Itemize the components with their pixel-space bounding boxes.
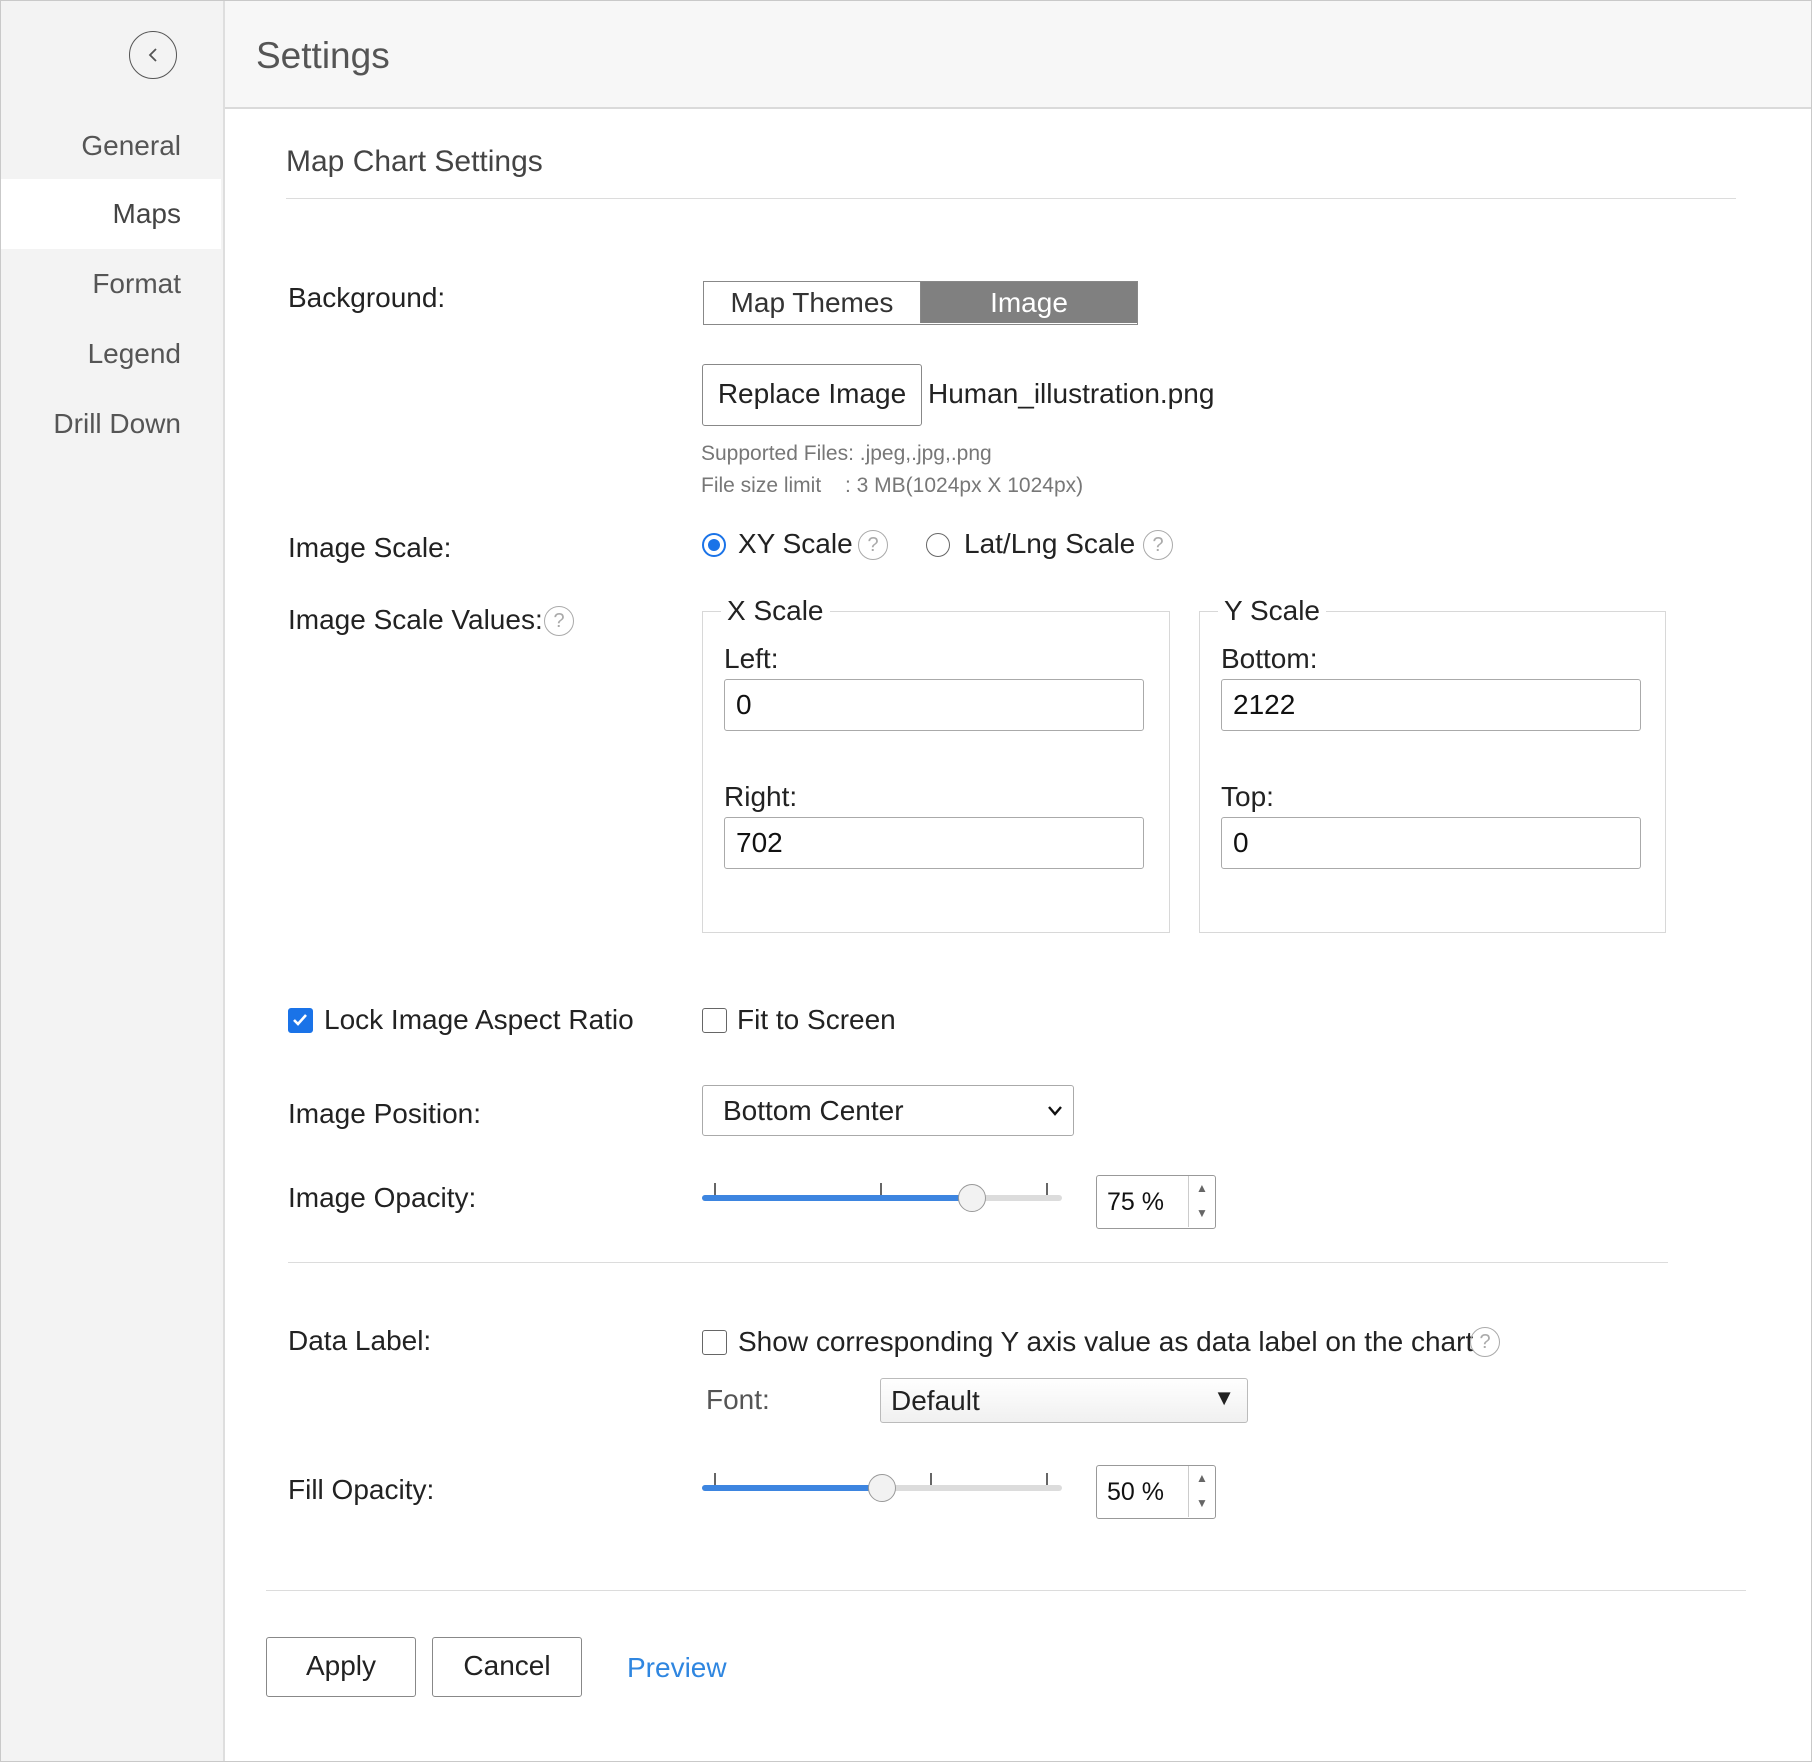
sidebar: General Maps Format Legend Drill Down	[1, 1, 225, 1761]
spinner-arrows: ▲ ▼	[1188, 1176, 1215, 1227]
slider-tick	[714, 1473, 716, 1485]
supported-files-note: Supported Files: .jpeg,.jpg,.png	[701, 442, 992, 465]
image-position-value: Bottom Center	[723, 1095, 904, 1126]
sidebar-item-drill-down[interactable]: Drill Down	[1, 389, 221, 459]
cancel-button[interactable]: Cancel	[432, 1637, 582, 1697]
page-title: Settings	[256, 35, 390, 76]
tab-map-themes[interactable]: Map Themes	[704, 282, 921, 323]
x-scale-legend: X Scale	[721, 595, 830, 627]
fill-opacity-value: 50 %	[1107, 1478, 1164, 1506]
apply-button[interactable]: Apply	[266, 1637, 416, 1697]
image-scale-values-label: Image Scale Values:	[288, 604, 543, 635]
back-button[interactable]	[129, 31, 177, 79]
chevron-down-icon[interactable]: ▼	[1189, 1201, 1215, 1226]
sidebar-item-general[interactable]: General	[1, 111, 221, 181]
chevron-down-icon[interactable]: ▼	[1189, 1491, 1215, 1516]
image-opacity-slider-thumb[interactable]	[958, 1184, 986, 1212]
bottom-label: Bottom:	[1221, 643, 1318, 674]
chevron-left-icon	[148, 48, 157, 62]
data-label-label: Data Label:	[288, 1325, 432, 1356]
left-label: Left:	[724, 643, 779, 674]
help-icon[interactable]: ?	[1143, 530, 1173, 560]
triangle-down-icon: ▼	[1213, 1385, 1235, 1410]
right-label: Right:	[724, 781, 798, 812]
background-label: Background:	[288, 282, 446, 313]
fill-opacity-label: Fill Opacity:	[288, 1474, 435, 1505]
slider-tick	[1046, 1183, 1048, 1195]
sidebar-item-legend[interactable]: Legend	[1, 319, 221, 389]
xy-scale-label: XY Scale	[738, 528, 853, 559]
header: Settings	[225, 1, 1811, 109]
image-position-select[interactable]: Bottom Center	[702, 1085, 1074, 1136]
left-input[interactable]: 0	[724, 679, 1144, 731]
image-opacity-value: 75 %	[1107, 1188, 1164, 1216]
section-divider	[288, 1262, 1668, 1263]
slider-fill	[702, 1485, 882, 1491]
image-opacity-slider[interactable]	[702, 1195, 1062, 1201]
file-size-limit-value: : 3 MB(1024px X 1024px)	[845, 474, 1084, 497]
check-icon	[293, 1014, 307, 1026]
y-scale-legend: Y Scale	[1218, 595, 1326, 627]
help-icon[interactable]: ?	[858, 530, 888, 560]
slider-tick	[714, 1183, 716, 1195]
spinner-arrows: ▲ ▼	[1188, 1466, 1215, 1517]
sidebar-item-maps[interactable]: Maps	[1, 179, 221, 249]
fit-to-screen-label: Fit to Screen	[737, 1004, 896, 1035]
font-label: Font:	[706, 1384, 770, 1415]
image-scale-label: Image Scale:	[288, 532, 452, 563]
lock-aspect-checkbox[interactable]	[288, 1008, 313, 1033]
replace-image-button[interactable]: Replace Image	[702, 364, 922, 426]
section-divider	[286, 198, 1736, 199]
footer-divider	[266, 1590, 1746, 1591]
file-name: Human_illustration.png	[928, 378, 1215, 409]
image-opacity-stepper[interactable]: 75 % ▲ ▼	[1096, 1175, 1216, 1229]
font-select-value: Default	[891, 1385, 980, 1416]
tab-image[interactable]: Image	[921, 282, 1137, 323]
slider-tick	[880, 1183, 882, 1195]
fit-to-screen-checkbox[interactable]	[702, 1008, 727, 1033]
section-title: Map Chart Settings	[286, 145, 543, 178]
image-opacity-label: Image Opacity:	[288, 1182, 477, 1213]
top-label: Top:	[1221, 781, 1274, 812]
lock-aspect-label: Lock Image Aspect Ratio	[324, 1004, 634, 1035]
file-size-limit-label: File size limit	[701, 474, 822, 497]
sidebar-item-format[interactable]: Format	[1, 249, 221, 319]
bottom-input[interactable]: 2122	[1221, 679, 1641, 731]
chevron-down-icon	[1048, 1106, 1062, 1116]
right-input[interactable]: 702	[724, 817, 1144, 869]
lat-lng-scale-label: Lat/Lng Scale	[964, 528, 1136, 559]
xy-scale-radio[interactable]	[702, 533, 726, 557]
data-label-checkbox-label: Show corresponding Y axis value as data …	[738, 1326, 1474, 1357]
fill-opacity-stepper[interactable]: 50 % ▲ ▼	[1096, 1465, 1216, 1519]
data-label-checkbox[interactable]	[702, 1330, 727, 1355]
lat-lng-scale-radio[interactable]	[926, 533, 950, 557]
background-segmented-control: Map Themes Image	[703, 281, 1138, 325]
top-input[interactable]: 0	[1221, 817, 1641, 869]
help-icon[interactable]: ?	[544, 606, 574, 636]
help-icon[interactable]: ?	[1470, 1327, 1500, 1357]
image-position-label: Image Position:	[288, 1098, 481, 1129]
fill-opacity-slider-thumb[interactable]	[868, 1474, 896, 1502]
slider-tick	[1046, 1473, 1048, 1485]
font-select[interactable]: Default ▼	[880, 1378, 1248, 1423]
chevron-up-icon[interactable]: ▲	[1189, 1466, 1215, 1491]
chevron-up-icon[interactable]: ▲	[1189, 1176, 1215, 1201]
slider-tick	[930, 1473, 932, 1485]
slider-fill	[702, 1195, 972, 1201]
preview-link[interactable]: Preview	[627, 1652, 727, 1684]
